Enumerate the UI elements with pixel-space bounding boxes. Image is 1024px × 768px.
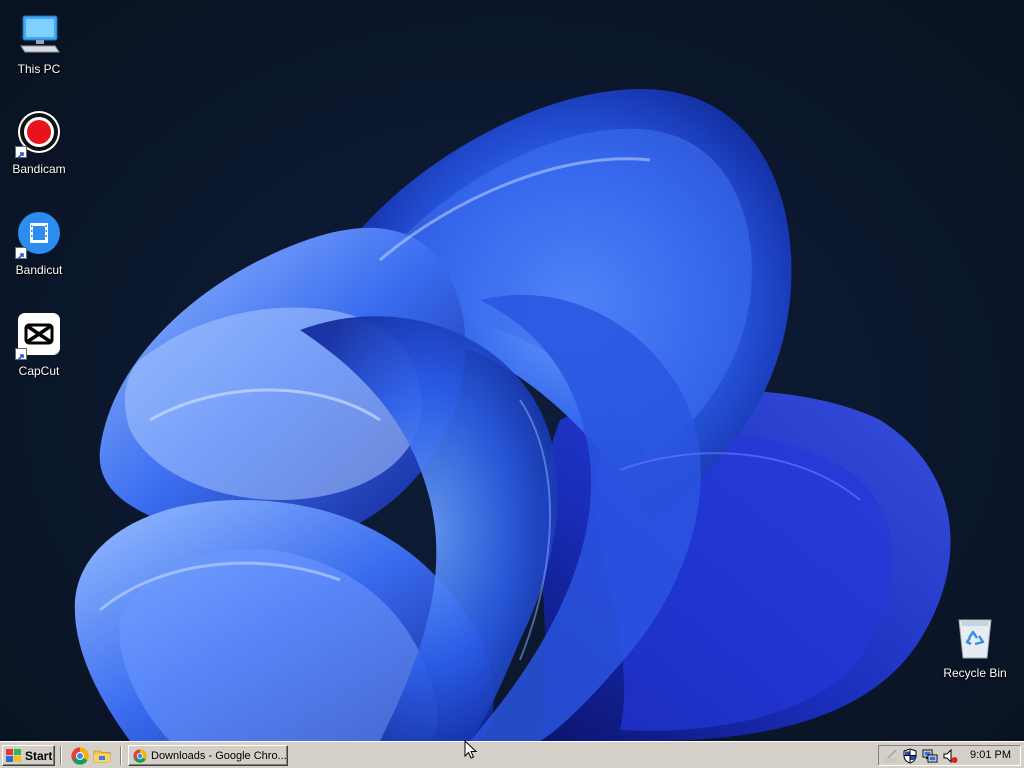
recycle-bin-icon bbox=[951, 614, 999, 662]
shortcut-arrow-icon bbox=[15, 146, 27, 159]
desktop-icon-label: This PC bbox=[17, 62, 61, 76]
desktop-icon-bandicut[interactable]: Bandicut bbox=[1, 211, 77, 277]
desktop-icon-capcut[interactable]: CapCut bbox=[1, 312, 77, 378]
desktop-icon-label: Bandicam bbox=[12, 162, 66, 176]
start-label: Start bbox=[25, 748, 53, 763]
network-status-icon[interactable] bbox=[882, 748, 898, 764]
file-explorer-icon[interactable] bbox=[93, 747, 111, 765]
shortcut-arrow-icon bbox=[15, 348, 27, 361]
capcut-icon bbox=[15, 312, 63, 361]
taskbar-button-label: Downloads - Google Chro... bbox=[151, 749, 287, 762]
desktop-icon-label: CapCut bbox=[18, 364, 60, 378]
network-icon[interactable] bbox=[922, 748, 938, 764]
volume-muted-icon[interactable] bbox=[942, 748, 958, 764]
mouse-cursor-icon bbox=[464, 740, 478, 759]
windows-logo-icon bbox=[6, 748, 21, 762]
this-pc-icon bbox=[15, 10, 63, 58]
taskbar-clock[interactable]: 9:01 PM bbox=[970, 749, 1011, 761]
taskbar: Start Downloads - Google Chro... 9:01 PM bbox=[0, 741, 1024, 768]
desktop-wallpaper: This PC Bandicam Bandicut CapCut Recycle… bbox=[0, 0, 1024, 741]
chrome-icon bbox=[133, 748, 147, 763]
desktop-icon-label: Recycle Bin bbox=[943, 666, 1007, 680]
desktop-icon-recycle-bin[interactable]: Recycle Bin bbox=[937, 614, 1013, 680]
taskbar-separator bbox=[120, 746, 122, 765]
wallpaper-bloom bbox=[74, 89, 951, 741]
system-tray: 9:01 PM bbox=[878, 745, 1021, 766]
bandicut-icon bbox=[15, 211, 63, 260]
start-button[interactable]: Start bbox=[2, 745, 55, 766]
bandicam-icon bbox=[15, 110, 63, 159]
shortcut-arrow-icon bbox=[15, 247, 27, 260]
desktop-icon-label: Bandicut bbox=[15, 263, 63, 277]
desktop-icon-this-pc[interactable]: This PC bbox=[1, 10, 77, 76]
desktop-icon-bandicam[interactable]: Bandicam bbox=[1, 110, 77, 176]
chrome-icon[interactable] bbox=[71, 747, 89, 765]
taskbar-button-chrome-downloads[interactable]: Downloads - Google Chro... bbox=[128, 745, 288, 766]
taskbar-separator bbox=[60, 746, 62, 765]
security-shield-icon[interactable] bbox=[902, 748, 918, 764]
